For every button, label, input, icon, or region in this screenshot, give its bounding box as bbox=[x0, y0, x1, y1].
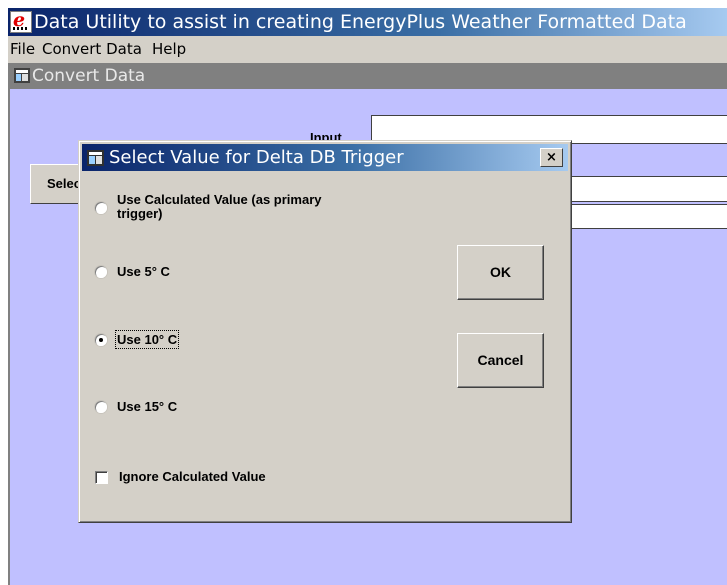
dialog-titlebar[interactable]: Select Value for Delta DB Trigger × bbox=[82, 144, 568, 171]
output-field-2[interactable] bbox=[570, 204, 727, 229]
menu-help[interactable]: Help bbox=[152, 39, 186, 59]
delta-db-trigger-dialog: Select Value for Delta DB Trigger × Use … bbox=[78, 140, 572, 523]
option-calculated-label-line1: Use Calculated Value (as primary bbox=[117, 192, 322, 207]
menu-file[interactable]: File bbox=[10, 39, 35, 59]
option-10c-label: Use 10° C bbox=[114, 330, 180, 349]
app-title: Data Utility to assist in creating Energ… bbox=[34, 11, 687, 33]
menu-convert-data[interactable]: Convert Data bbox=[42, 39, 142, 59]
window-icon bbox=[14, 68, 30, 83]
dialog-title: Select Value for Delta DB Trigger bbox=[109, 147, 404, 168]
ok-button[interactable]: OK bbox=[457, 245, 544, 300]
close-button[interactable]: × bbox=[540, 148, 563, 167]
radio-calculated[interactable] bbox=[95, 202, 107, 214]
app-titlebar[interactable]: e Data Utility to assist in creating Ene… bbox=[8, 8, 727, 36]
energyplus-logo-icon: e bbox=[10, 9, 32, 33]
dialog-window-icon bbox=[87, 150, 104, 166]
ignore-calculated-label: Ignore Calculated Value bbox=[119, 469, 266, 484]
radio-15c[interactable] bbox=[95, 401, 107, 413]
ignore-calculated-checkbox[interactable] bbox=[95, 471, 108, 484]
option-calculated-label-line2: trigger) bbox=[117, 206, 163, 221]
output-field-1[interactable] bbox=[570, 176, 727, 202]
radio-5c[interactable] bbox=[95, 266, 107, 278]
option-5c-label: Use 5° C bbox=[117, 264, 170, 279]
radio-10c[interactable] bbox=[95, 334, 107, 346]
option-15c-label: Use 15° C bbox=[117, 399, 178, 414]
cancel-button[interactable]: Cancel bbox=[457, 333, 544, 388]
child-title: Convert Data bbox=[32, 66, 146, 86]
child-titlebar[interactable]: Convert Data bbox=[10, 63, 727, 89]
menu-bar: File Convert Data Help bbox=[8, 36, 727, 62]
